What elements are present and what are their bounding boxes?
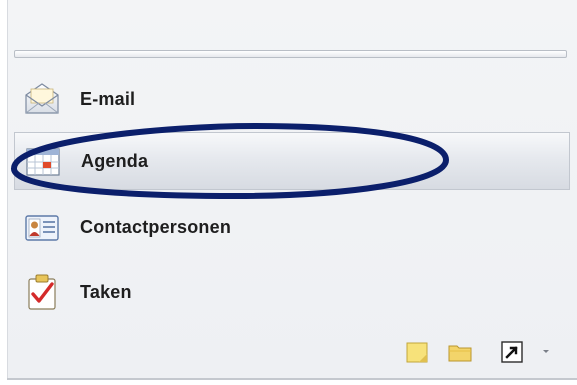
nav-item-label: Agenda <box>81 150 149 171</box>
nav-item-email[interactable]: E-mail <box>14 70 570 128</box>
folder-icon[interactable] <box>447 340 473 364</box>
task-clipboard-icon <box>22 272 62 312</box>
nav-item-label: E-mail <box>80 88 136 109</box>
mail-envelope-icon <box>22 79 62 119</box>
nav-item-contactpersonen[interactable]: Contactpersonen <box>14 198 570 256</box>
shortcut-icon[interactable] <box>500 340 526 364</box>
pane-bottom-border <box>7 378 577 380</box>
contact-card-icon <box>22 207 62 247</box>
nav-item-label: Contactpersonen <box>80 216 232 237</box>
configure-buttons-arrow-icon[interactable] <box>540 345 552 357</box>
nav-item-agenda[interactable]: Agenda <box>14 132 570 190</box>
notes-icon[interactable] <box>405 340 431 364</box>
nav-item-label: Taken <box>80 281 132 302</box>
nav-item-taken[interactable]: Taken <box>14 263 570 321</box>
calendar-icon <box>23 141 63 181</box>
pane-splitter-handle[interactable] <box>14 50 567 58</box>
